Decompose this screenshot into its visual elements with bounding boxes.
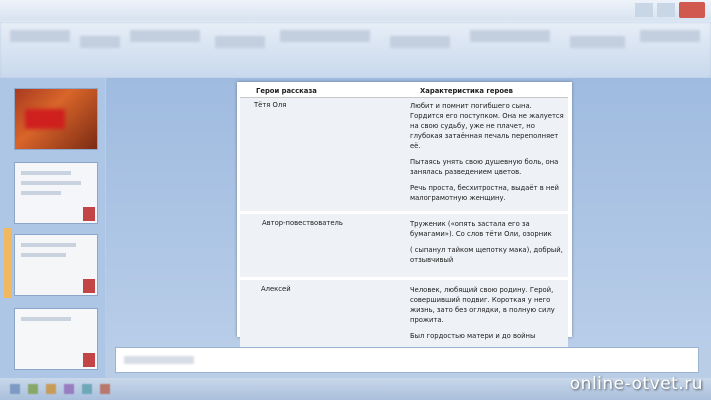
slide-thumbnail[interactable] <box>14 88 98 150</box>
characteristic-paragraph: Пытаясь унять свою душевную боль, она за… <box>410 158 559 176</box>
thumbnail-line <box>21 181 81 185</box>
notes-pane[interactable] <box>115 347 699 373</box>
ribbon-group[interactable] <box>280 30 370 42</box>
status-icon[interactable] <box>64 384 74 394</box>
heroes-table: Герои рассказа Характеристика героев Тёт… <box>240 85 568 350</box>
slide-thumbnail[interactable] <box>14 234 98 296</box>
table-row: Алексей Человек, любящий свою родину. Ге… <box>240 280 568 350</box>
thumbnail-image <box>25 109 65 129</box>
close-button[interactable] <box>679 2 705 18</box>
hero-name: Автор-повествователь <box>262 219 343 227</box>
hero-cell: Алексей <box>240 280 408 350</box>
status-icon[interactable] <box>28 384 38 394</box>
header-characteristic: Характеристика героев <box>408 85 568 98</box>
hero-name: Тётя Оля <box>254 101 287 109</box>
characteristic-paragraph: ( сыпанул тайком щепотку мака), добрый, … <box>410 246 563 264</box>
status-icon[interactable] <box>46 384 56 394</box>
maximize-button[interactable] <box>657 3 675 17</box>
characteristic-paragraph: Был гордостью матери и до войны <box>410 332 536 340</box>
status-icon[interactable] <box>82 384 92 394</box>
thumbnail-corner <box>83 279 95 293</box>
slide-thumbnail[interactable] <box>14 308 98 370</box>
characteristic-paragraph: Труженик («опять застала его за бумагами… <box>410 220 552 238</box>
current-slide[interactable]: Герои рассказа Характеристика героев Тёт… <box>237 82 572 350</box>
hero-cell: Автор-повествователь <box>240 214 408 277</box>
thumbnail-line <box>21 243 76 247</box>
thumbnail-line <box>21 317 71 321</box>
selected-slide-indicator <box>4 228 12 298</box>
ribbon-group[interactable] <box>10 30 70 42</box>
characteristic-cell: Человек, любящий свою родину. Герой, сов… <box>408 280 568 350</box>
status-icon[interactable] <box>10 384 20 394</box>
minimize-button[interactable] <box>635 3 653 17</box>
thumbnail-line <box>21 253 66 257</box>
thumbnail-corner <box>83 207 95 221</box>
hero-name: Алексей <box>261 285 291 293</box>
characteristic-paragraph: Человек, любящий свою родину. Герой, сов… <box>410 286 555 324</box>
header-hero: Герои рассказа <box>240 85 408 98</box>
characteristic-paragraph: Речь проста, бесхитростна, выдаёт в ней … <box>410 184 559 202</box>
ribbon-toolbar <box>0 22 711 78</box>
ribbon-group[interactable] <box>130 30 200 42</box>
notes-placeholder <box>124 356 194 364</box>
ribbon-group[interactable] <box>390 36 450 48</box>
table-row: Автор-повествователь Труженик («опять за… <box>240 214 568 277</box>
ribbon-group[interactable] <box>470 30 550 42</box>
table-row: Тётя Оля Любит и помнит погибшего сына. … <box>240 97 568 211</box>
slides-panel <box>0 78 105 378</box>
table-header-row: Герои рассказа Характеристика героев <box>240 85 568 98</box>
status-icon[interactable] <box>100 384 110 394</box>
characteristic-cell: Любит и помнит погибшего сына. Гордится … <box>408 97 568 211</box>
characteristic-cell: Труженик («опять застала его за бумагами… <box>408 214 568 277</box>
ribbon-group[interactable] <box>640 30 700 42</box>
ribbon-group[interactable] <box>570 36 625 48</box>
title-bar <box>0 0 711 22</box>
slide-thumbnail[interactable] <box>14 162 98 224</box>
thumbnail-line <box>21 171 71 175</box>
ribbon-group[interactable] <box>80 36 120 48</box>
characteristic-paragraph: Любит и помнит погибшего сына. Гордится … <box>410 102 564 150</box>
thumbnail-corner <box>83 353 95 367</box>
watermark-text: online-otvet.ru <box>569 374 703 394</box>
hero-cell: Тётя Оля <box>240 97 408 211</box>
thumbnail-line <box>21 191 61 195</box>
ribbon-group[interactable] <box>215 36 265 48</box>
